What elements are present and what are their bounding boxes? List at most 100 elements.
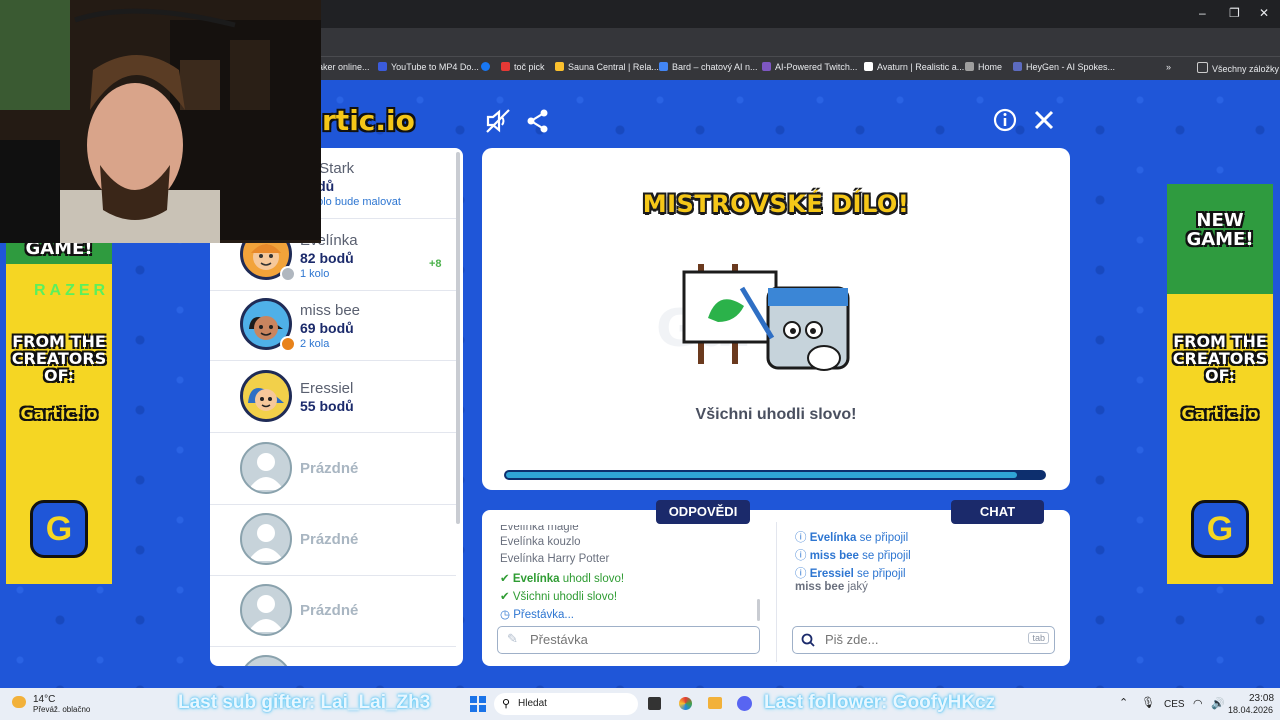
easel-painting-icon: Gartic bbox=[656, 264, 850, 371]
answer-line: Evelínka Harry Potter bbox=[500, 553, 610, 565]
check-icon: ✔ bbox=[500, 573, 510, 585]
player-rounds: 2 kola bbox=[300, 338, 330, 350]
empty-slot: Prázdné bbox=[210, 505, 456, 576]
info-icon[interactable] bbox=[993, 108, 1017, 132]
player-name: Eressiel bbox=[300, 380, 354, 397]
chat-message: miss bee jaký bbox=[795, 581, 868, 593]
share-icon[interactable] bbox=[525, 108, 551, 134]
more-bookmarks-icon[interactable]: » bbox=[1166, 62, 1171, 72]
player-rounds: 1 kolo bbox=[300, 268, 330, 280]
status-dot bbox=[280, 336, 296, 352]
empty-slot bbox=[210, 647, 456, 666]
weather-temp: 14°C bbox=[33, 694, 56, 705]
round-progress-fill bbox=[506, 472, 1018, 478]
bookmark-item[interactable]: AI-Powered Twitch... bbox=[762, 62, 857, 72]
volume-icon[interactable]: 🔊 bbox=[1211, 697, 1225, 710]
right-ad-banner[interactable]: NEW GAME! FROM THE CREATORS OF: Gartic.i… bbox=[1167, 184, 1273, 584]
chat-line: ⓘ Evelínka se připojil bbox=[795, 532, 909, 544]
avatar-placeholder-icon bbox=[240, 513, 292, 565]
avatar-placeholder-icon bbox=[240, 584, 292, 636]
clock-date[interactable]: 18.04.2026 bbox=[1228, 705, 1273, 715]
answer-input-field[interactable]: ✎ bbox=[497, 626, 760, 654]
bookmark-item[interactable]: aker online... bbox=[318, 62, 370, 72]
info-small-icon: ⓘ bbox=[795, 568, 807, 580]
wifi-icon[interactable]: ◠ bbox=[1193, 697, 1203, 710]
chat-line: ⓘ Eressiel se připojil bbox=[795, 568, 906, 580]
language-indicator[interactable]: CES bbox=[1164, 699, 1185, 710]
ad-from-creators: FROM THE CREATORS OF: bbox=[11, 332, 107, 385]
round-title: MISTROVSKÉ DÍLO! bbox=[642, 190, 910, 218]
all-guessed-line: ✔ Všichni uhodli slovo! bbox=[500, 591, 618, 603]
answer-input[interactable] bbox=[528, 631, 732, 648]
clock-time[interactable]: 23:08 bbox=[1249, 693, 1274, 704]
check-icon: ✔ bbox=[500, 591, 510, 603]
search-icon: ⚲ bbox=[502, 698, 511, 710]
discord-icon[interactable] bbox=[737, 696, 752, 711]
round-progress-bar bbox=[504, 470, 1046, 480]
pencil-icon: ✎ bbox=[507, 631, 518, 646]
ad-from-creators: FROM THE CREATORS OF: bbox=[1172, 332, 1268, 385]
player-score: 55 bodů bbox=[300, 398, 354, 414]
bookmark-item[interactable]: Avaturn | Realistic a... bbox=[864, 62, 964, 72]
chat-input-field[interactable]: tab bbox=[792, 626, 1055, 654]
mute-icon[interactable] bbox=[485, 108, 511, 134]
gartic-g-logo: G bbox=[1191, 500, 1249, 558]
left-ad-banner[interactable]: GAME! RAZER FROM THE CREATORS OF: Gartic… bbox=[6, 184, 112, 584]
last-sub-gifter-overlay: Last sub gifter: Lai_Lai_Zh3 bbox=[178, 692, 431, 713]
close-window-button[interactable]: ✕ bbox=[1259, 6, 1269, 20]
round-result-panel: MISTROVSKÉ DÍLO! Gartic Všichni uhodli s… bbox=[482, 148, 1070, 490]
weather-icon bbox=[12, 696, 26, 708]
tray-chevron-icon[interactable]: ⌃ bbox=[1119, 696, 1128, 709]
weather-desc: Převáž. oblačno bbox=[33, 705, 91, 714]
last-follower-overlay: Last follower: GoofyHKcz bbox=[764, 692, 996, 713]
bookmark-item[interactable]: YouTube to MP4 Do... bbox=[378, 62, 479, 72]
guessed-line: ✔ Evelínka uhodl slovo! bbox=[500, 573, 625, 585]
chat-input[interactable] bbox=[823, 631, 1027, 648]
player-row[interactable]: miss bee 69 bodů 2 kola bbox=[210, 290, 456, 361]
tab-chat[interactable]: CHAT bbox=[951, 500, 1044, 524]
player-list-scrollbar[interactable] bbox=[456, 152, 460, 524]
all-bookmarks[interactable]: Všechny záložky bbox=[1197, 62, 1279, 74]
empty-label: Prázdné bbox=[300, 531, 359, 548]
answers-scrollbar[interactable] bbox=[757, 599, 760, 621]
taskbar-search[interactable]: ⚲ Hledat bbox=[494, 693, 638, 715]
avatar-placeholder-icon bbox=[240, 442, 292, 494]
round-message: Všichni uhodli slovo! bbox=[695, 406, 857, 423]
close-icon[interactable] bbox=[1033, 109, 1055, 131]
file-explorer-icon[interactable] bbox=[708, 697, 722, 709]
razer-logo: RAZER bbox=[34, 282, 110, 299]
bookmark-item[interactable]: toč pick bbox=[501, 62, 545, 72]
gartic-g-logo: G bbox=[30, 500, 88, 558]
tab-hint: tab bbox=[1028, 632, 1049, 644]
player-score: 82 bodů bbox=[300, 250, 354, 266]
search-icon bbox=[801, 633, 815, 647]
microphone-icon[interactable]: 🎙 bbox=[1141, 696, 1155, 709]
answer-line: Evelínka kouzlo bbox=[500, 536, 581, 548]
clock-icon: ◷ bbox=[500, 609, 511, 621]
ad-brand: Gartic.io bbox=[20, 404, 98, 423]
maximize-button[interactable]: ❐ bbox=[1229, 6, 1240, 20]
bookmark-item[interactable]: HeyGen - AI Spokes... bbox=[1013, 62, 1115, 72]
facebook-bookmark[interactable] bbox=[481, 62, 494, 72]
info-small-icon: ⓘ bbox=[795, 550, 807, 562]
bookmark-item[interactable]: Bard – chatový AI n... bbox=[659, 62, 758, 72]
bookmark-item[interactable]: Home bbox=[965, 62, 1002, 72]
task-view-icon[interactable] bbox=[648, 697, 661, 710]
info-small-icon: ⓘ bbox=[795, 532, 807, 544]
status-dot bbox=[280, 266, 296, 282]
gartic-logo: rtic.io bbox=[322, 104, 415, 137]
empty-slot: Prázdné bbox=[210, 434, 456, 505]
tab-answers[interactable]: ODPOVĚDI bbox=[656, 500, 750, 524]
avatar-placeholder-icon bbox=[240, 655, 292, 666]
player-row[interactable]: Eressiel 55 bodů bbox=[210, 362, 456, 433]
minimize-button[interactable]: – bbox=[1199, 6, 1206, 20]
app-icon[interactable] bbox=[679, 697, 692, 710]
avatar bbox=[240, 370, 292, 422]
bookmark-item[interactable]: Sauna Central | Rela... bbox=[555, 62, 659, 72]
empty-label: Prázdné bbox=[300, 602, 359, 619]
score-gain: +8 bbox=[429, 258, 442, 270]
pause-line: ◷ Přestávka... bbox=[500, 609, 574, 621]
player-score: 69 bodů bbox=[300, 320, 354, 336]
ad-brand: Gartic.io bbox=[1181, 404, 1259, 423]
windows-start-icon[interactable] bbox=[470, 696, 486, 712]
